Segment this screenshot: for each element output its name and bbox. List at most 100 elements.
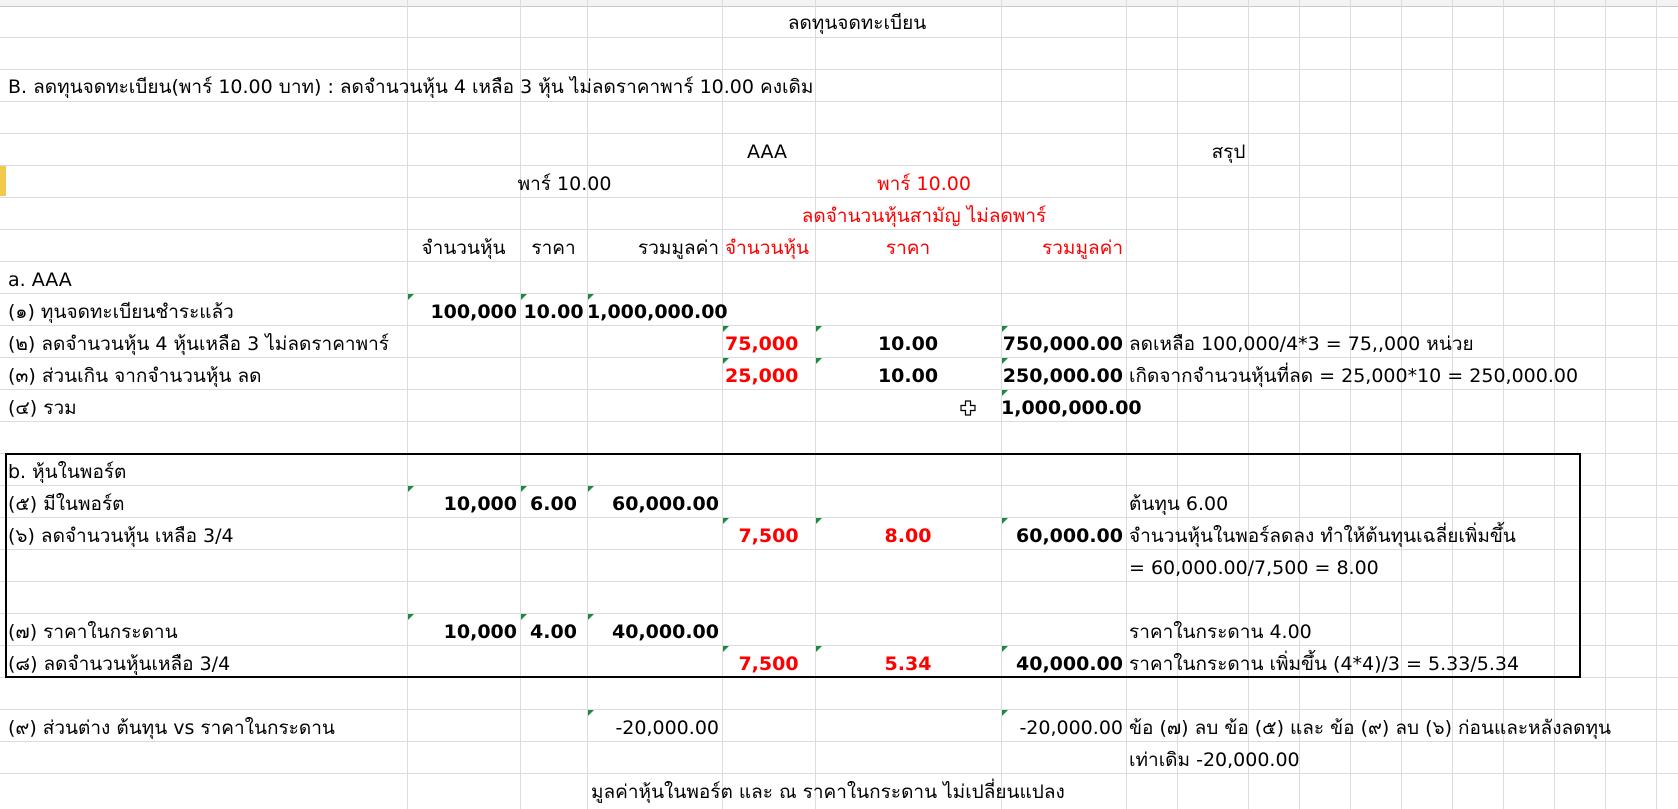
subtitle-cell[interactable]: B. ลดทุนจดทะเบียน(พาร์ 10.00 บาท) : ลดจำ… <box>8 72 813 102</box>
cell-indicator <box>521 486 527 492</box>
row-6-note[interactable]: จำนวนหุ้นในพอร์ลดลง ทำให้ต้นทุนเฉลี่ยเพิ… <box>1129 521 1516 551</box>
header-price-right[interactable]: ราคา <box>815 233 1001 263</box>
row-8-price-right[interactable]: 5.34 <box>815 649 1001 679</box>
gridline <box>815 0 816 809</box>
row-1-shares[interactable]: 100,000 <box>407 297 517 327</box>
header-par-right[interactable]: พาร์ 10.00 <box>722 169 1126 199</box>
row-9-note[interactable]: ข้อ (๗) ลบ ข้อ (๕) และ ข้อ (๙) ลบ (๖) ก่… <box>1129 713 1611 743</box>
row-9-total[interactable]: -20,000.00 <box>587 713 719 743</box>
cell-indicator <box>1002 358 1008 364</box>
row-2-label[interactable]: (๒) ลดจำนวนหุ้น 4 หุ้นเหลือ 3 ไม่ลดราคาพ… <box>8 329 389 359</box>
cell-indicator <box>816 518 822 524</box>
row-7-price[interactable]: 4.00 <box>520 617 587 647</box>
gridline <box>520 0 521 809</box>
header-shares-right[interactable]: จำนวนหุ้น <box>725 233 815 263</box>
gridline <box>0 293 1678 294</box>
cell-cursor-icon <box>960 400 976 416</box>
row-4-label[interactable]: (๔) รวม <box>8 393 77 423</box>
row-5-label[interactable]: (๕) มีในพอร์ต <box>8 489 125 519</box>
gridline <box>1299 0 1300 809</box>
row-2-shares-right[interactable]: 75,000 <box>725 329 815 359</box>
row-6-shares-right[interactable]: 7,500 <box>722 521 815 551</box>
column-header-strip[interactable] <box>0 0 1678 7</box>
row-3-shares-right[interactable]: 25,000 <box>725 361 815 391</box>
cell-indicator <box>1002 646 1008 652</box>
footer-note[interactable]: มูลค่าหุ้นในพอร์ต และ ณ ราคาในกระดาน ไม่… <box>591 777 1065 807</box>
cell-indicator <box>816 646 822 652</box>
row-7-shares[interactable]: 10,000 <box>407 617 517 647</box>
row-1-price[interactable]: 10.00 <box>520 297 587 327</box>
cell-indicator <box>408 486 414 492</box>
cell-indicator <box>723 646 729 652</box>
row-6-price-right[interactable]: 8.00 <box>815 521 1001 551</box>
row-2-note[interactable]: ลดเหลือ 100,000/4*3 = 75,,000 หน่วย <box>1129 329 1474 359</box>
gridline <box>1605 0 1606 809</box>
header-par-left[interactable]: พาร์ 10.00 <box>407 169 722 199</box>
spreadsheet-grid[interactable]: ลดทุนจดทะเบียน B. ลดทุนจดทะเบียน(พาร์ 10… <box>0 0 1678 809</box>
section-a-label[interactable]: a. AAA <box>8 265 72 295</box>
gridline <box>0 133 1678 134</box>
row-5-note[interactable]: ต้นทุน 6.00 <box>1129 489 1228 519</box>
gridline <box>0 69 1678 70</box>
row-2-price-right[interactable]: 10.00 <box>815 329 1001 359</box>
row-7-label[interactable]: (๗) ราคาในกระดาน <box>8 617 178 647</box>
row-5-price[interactable]: 6.00 <box>520 489 587 519</box>
selected-row-marker <box>0 165 6 196</box>
gridline <box>1554 0 1555 809</box>
row-6-label[interactable]: (๖) ลดจำนวนหุ้น เหลือ 3/4 <box>8 521 234 551</box>
cell-indicator <box>1002 710 1008 716</box>
row-3-price-right[interactable]: 10.00 <box>815 361 1001 391</box>
row-6-note-continued[interactable]: = 60,000.00/7,500 = 8.00 <box>1129 553 1379 583</box>
header-aaa[interactable]: AAA <box>587 137 947 167</box>
row-8-shares-right[interactable]: 7,500 <box>722 649 815 679</box>
row-5-shares[interactable]: 10,000 <box>407 489 517 519</box>
gridline <box>0 773 1678 774</box>
cell-indicator <box>521 614 527 620</box>
row-9-total-right[interactable]: -20,000.00 <box>1001 713 1123 743</box>
section-b-label[interactable]: b. หุ้นในพอร์ต <box>8 457 126 487</box>
cell-indicator <box>1002 326 1008 332</box>
cell-indicator <box>1002 390 1008 396</box>
gridline <box>407 0 408 809</box>
row-3-note[interactable]: เกิดจากจำนวนหุ้นที่ลด = 25,000*10 = 250,… <box>1129 361 1578 391</box>
header-total[interactable]: รวมมูลค่า <box>587 233 719 263</box>
row-9-label[interactable]: (๙) ส่วนต่าง ต้นทุน vs ราคาในกระดาน <box>8 713 335 743</box>
header-summary[interactable]: สรุป <box>1126 137 1331 167</box>
cell-indicator <box>723 358 729 364</box>
gridline <box>587 0 588 809</box>
row-8-label[interactable]: (๘) ลดจำนวนหุ้นเหลือ 3/4 <box>8 649 230 679</box>
header-total-right[interactable]: รวมมูลค่า <box>1001 233 1123 263</box>
header-reduce-note[interactable]: ลดจำนวนหุ้นสามัญ ไม่ลดพาร์ <box>722 201 1126 231</box>
row-5-total[interactable]: 60,000.00 <box>587 489 719 519</box>
row-3-total-right[interactable]: 250,000.00 <box>1001 361 1123 391</box>
cell-indicator <box>588 614 594 620</box>
gridline <box>1177 0 1178 809</box>
cell-indicator <box>723 326 729 332</box>
cell-indicator <box>521 294 527 300</box>
row-1-total[interactable]: 1,000,000.00 <box>587 297 728 327</box>
row-4-total-right[interactable]: 1,000,000.00 <box>1001 393 1142 423</box>
cell-indicator <box>588 294 594 300</box>
gridline <box>0 325 1678 326</box>
row-8-total-right[interactable]: 40,000.00 <box>1001 649 1123 679</box>
row-3-label[interactable]: (๓) ส่วนเกิน จากจำนวนหุ้น ลด <box>8 361 261 391</box>
row-9-note-continued[interactable]: เท่าเดิม -20,000.00 <box>1129 745 1300 775</box>
header-shares[interactable]: จำนวนหุ้น <box>407 233 520 263</box>
gridline <box>722 0 723 809</box>
cell-indicator <box>408 614 414 620</box>
gridline <box>1248 0 1249 809</box>
sheet-title[interactable]: ลดทุนจดทะเบียน <box>587 8 1127 38</box>
row-7-total[interactable]: 40,000.00 <box>587 617 719 647</box>
cell-indicator <box>816 326 822 332</box>
cell-indicator <box>816 358 822 364</box>
row-1-label[interactable]: (๑) ทุนจดทะเบียนชำระแล้ว <box>8 297 234 327</box>
gridline <box>1452 0 1453 809</box>
gridline <box>1401 0 1402 809</box>
gridline <box>0 709 1678 710</box>
header-price[interactable]: ราคา <box>520 233 587 263</box>
row-6-total-right[interactable]: 60,000.00 <box>1001 521 1123 551</box>
cell-indicator <box>588 486 594 492</box>
row-2-total-right[interactable]: 750,000.00 <box>1001 329 1123 359</box>
row-7-note[interactable]: ราคาในกระดาน 4.00 <box>1129 617 1312 647</box>
row-8-note[interactable]: ราคาในกระดาน เพิ่มขึ้น (4*4)/3 = 5.33/5.… <box>1129 649 1519 679</box>
